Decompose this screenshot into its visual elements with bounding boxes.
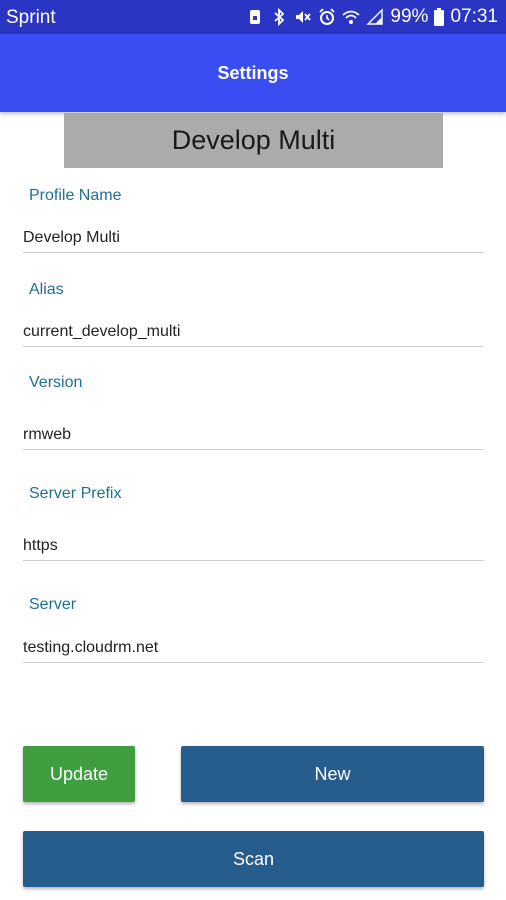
alias-input[interactable] bbox=[23, 317, 484, 347]
scan-button[interactable]: Scan bbox=[23, 831, 484, 887]
profile-name-label: Profile Name bbox=[29, 187, 122, 204]
server-prefix-label: Server Prefix bbox=[29, 485, 122, 502]
server-label: Server bbox=[29, 596, 77, 613]
update-button[interactable]: Update bbox=[23, 746, 135, 802]
server-prefix-input[interactable] bbox=[23, 531, 484, 561]
mute-icon bbox=[296, 11, 312, 23]
alias-label: Alias bbox=[29, 281, 64, 298]
signal-icon bbox=[366, 8, 384, 25]
version-label: Version bbox=[29, 374, 83, 391]
page-title: Settings bbox=[217, 63, 289, 83]
new-button[interactable]: New bbox=[181, 746, 484, 802]
profile-name-input[interactable] bbox=[23, 223, 484, 253]
wifi-icon bbox=[342, 10, 361, 24]
clock: 07:31 bbox=[450, 6, 498, 27]
server-input[interactable] bbox=[23, 633, 484, 663]
battery-percent: 99% bbox=[390, 6, 429, 27]
battery-icon bbox=[434, 8, 445, 26]
app-bar: Settings bbox=[0, 34, 506, 112]
alarm-icon bbox=[319, 8, 336, 25]
status-bar: Sprint 99% 07:31 bbox=[0, 0, 506, 34]
status-icons: 99% 07:31 bbox=[246, 6, 498, 28]
profile-banner: Develop Multi bbox=[64, 113, 443, 168]
version-input[interactable] bbox=[23, 420, 484, 450]
carrier-name: Sprint bbox=[6, 7, 56, 28]
bluetooth-icon bbox=[274, 8, 285, 26]
sim-icon bbox=[250, 10, 261, 24]
